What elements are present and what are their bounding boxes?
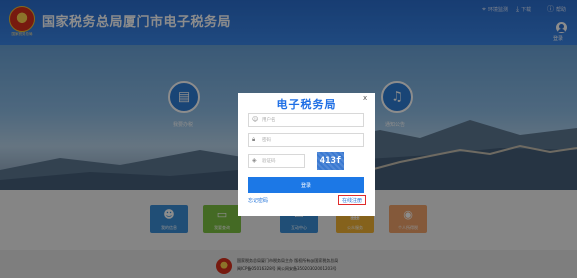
username-input[interactable]: [262, 115, 322, 125]
lock-icon: 🔒︎: [252, 136, 256, 143]
password-input[interactable]: [262, 135, 322, 145]
username-field[interactable]: ☺: [248, 113, 364, 127]
captcha-field[interactable]: ◈: [248, 154, 305, 168]
password-field[interactable]: 🔒︎: [248, 133, 364, 147]
login-button[interactable]: 登录: [248, 177, 364, 193]
user-icon: ☺: [252, 116, 259, 123]
register-link[interactable]: 在线注册: [338, 195, 366, 205]
captcha-input[interactable]: [262, 156, 302, 166]
forgot-password-link[interactable]: 忘记密码: [248, 197, 268, 204]
close-button[interactable]: x: [363, 94, 367, 102]
modal-title: 电子税务局: [276, 98, 337, 111]
login-modal: 电子税务局 x ☺ 🔒︎ ◈ 413f 登录 忘记密码 在线注册: [238, 93, 375, 216]
captcha-image[interactable]: 413f: [317, 152, 344, 170]
shield-icon: ◈: [252, 157, 257, 164]
